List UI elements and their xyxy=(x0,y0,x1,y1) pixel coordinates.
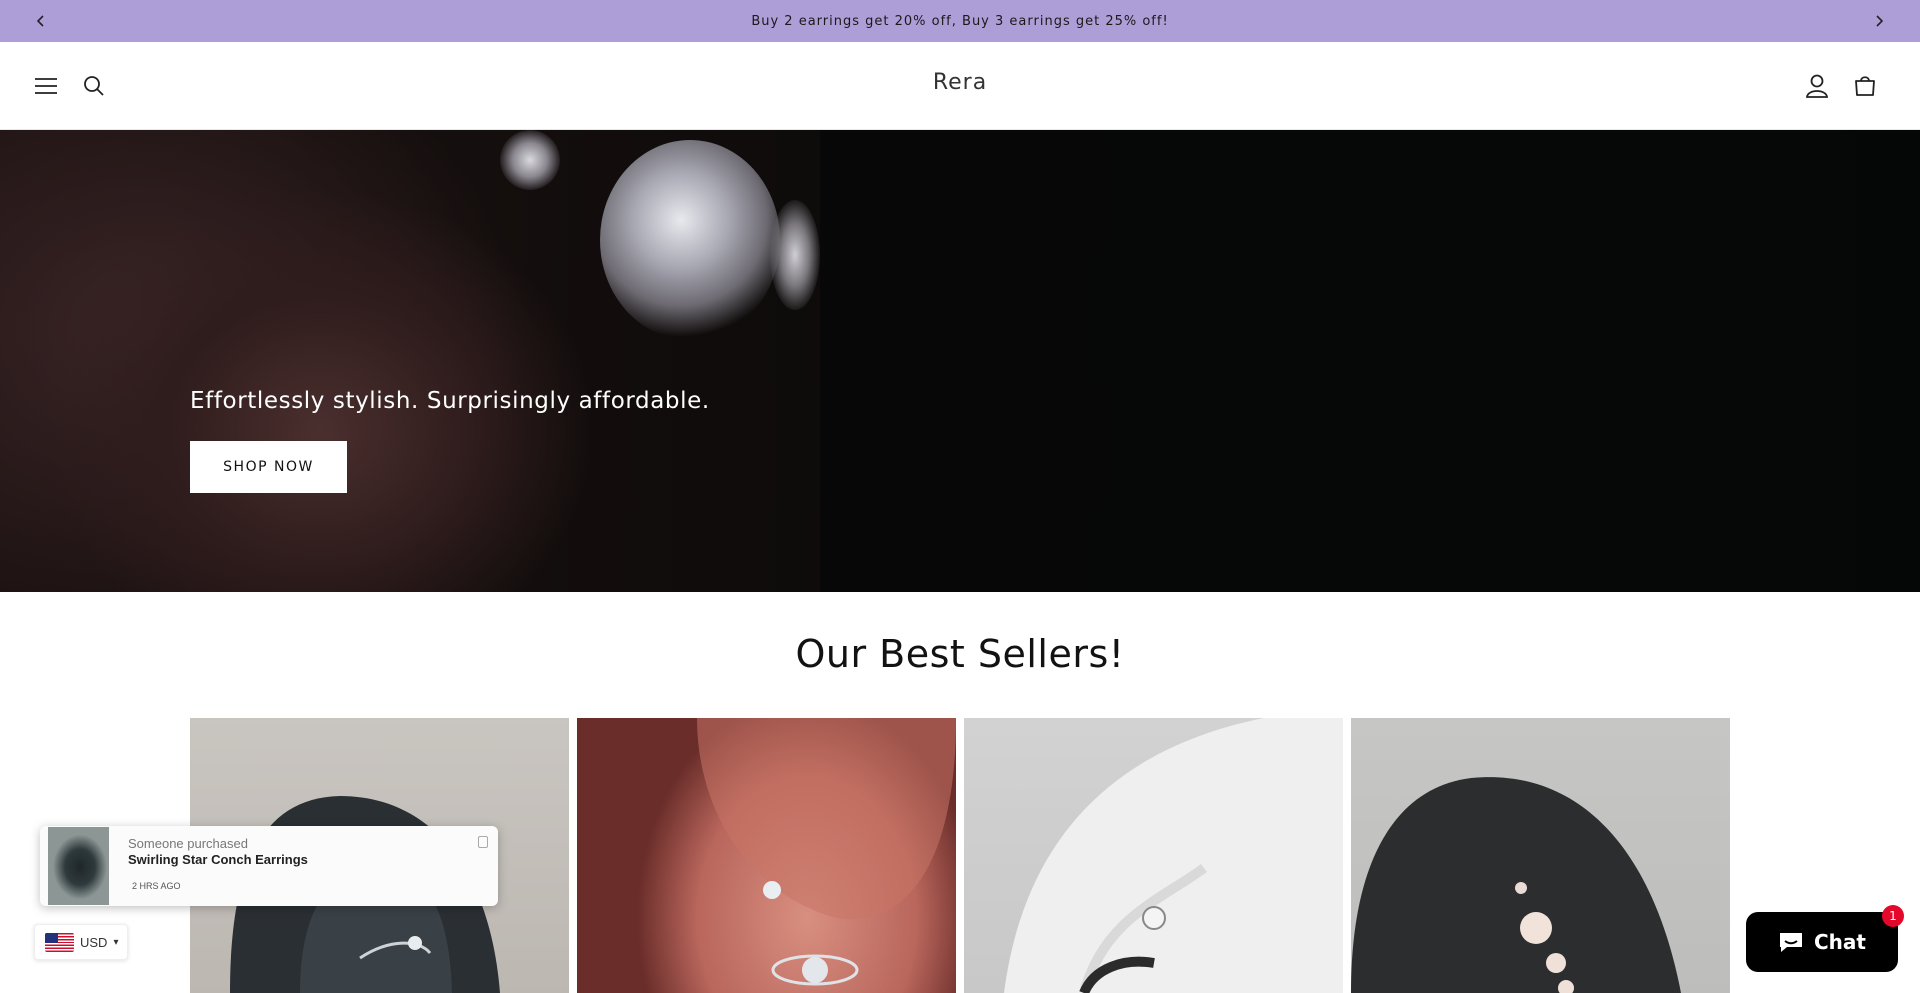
chat-button[interactable]: Chat xyxy=(1746,912,1898,972)
best-sellers-title: Our Best Sellers! xyxy=(795,632,1125,676)
account-button[interactable] xyxy=(1797,66,1837,106)
chat-bubble-icon xyxy=(1780,933,1802,952)
product-card[interactable] xyxy=(1351,718,1730,993)
currency-selector[interactable]: USD ▾ xyxy=(34,924,128,960)
currency-code: USD xyxy=(80,934,108,950)
product-card[interactable] xyxy=(577,718,956,993)
popup-time: 2 HRS AGO xyxy=(132,881,181,891)
popup-product-name: Swirling Star Conch Earrings xyxy=(128,852,308,867)
cart-button[interactable] xyxy=(1845,66,1885,106)
product-image xyxy=(697,718,956,986)
chat-label: Chat xyxy=(1814,930,1866,954)
popup-close-icon[interactable] xyxy=(478,836,488,848)
hero-tagline: Effortlessly stylish. Surprisingly affor… xyxy=(190,388,710,414)
popup-subtitle: Someone purchased xyxy=(128,836,248,851)
hero-earring-sparkle xyxy=(770,200,820,310)
announcement-next-button[interactable] xyxy=(1858,0,1900,42)
announcement-prev-button[interactable] xyxy=(20,0,62,42)
logo: Rera xyxy=(0,70,1920,95)
logo-link[interactable]: Rera xyxy=(933,70,987,95)
site-header: Rera xyxy=(0,42,1920,130)
us-flag-icon xyxy=(45,932,74,952)
hero-banner: Effortlessly stylish. Surprisingly affor… xyxy=(0,130,1920,592)
chat-notification-badge: 1 xyxy=(1882,905,1904,927)
shop-now-button[interactable]: SHOP NOW xyxy=(190,441,347,493)
product-image xyxy=(1004,718,1343,993)
announcement-text: Buy 2 earrings get 20% off, Buy 3 earrin… xyxy=(751,13,1169,29)
account-icon xyxy=(1806,74,1828,98)
recent-purchase-popup[interactable]: Someone purchased Swirling Star Conch Ea… xyxy=(40,826,498,906)
chevron-left-icon xyxy=(36,15,44,27)
hero-earring-image xyxy=(600,140,780,340)
chevron-right-icon xyxy=(1876,15,1884,27)
cart-icon xyxy=(1855,76,1875,96)
popup-product-thumbnail xyxy=(48,827,109,905)
announcement-bar: Buy 2 earrings get 20% off, Buy 3 earrin… xyxy=(0,0,1920,42)
hero-earring-sparkle xyxy=(500,130,560,190)
hero-shadow xyxy=(820,130,1920,592)
chevron-down-icon: ▾ xyxy=(113,936,119,948)
product-card[interactable] xyxy=(964,718,1343,993)
product-image xyxy=(1351,777,1681,993)
